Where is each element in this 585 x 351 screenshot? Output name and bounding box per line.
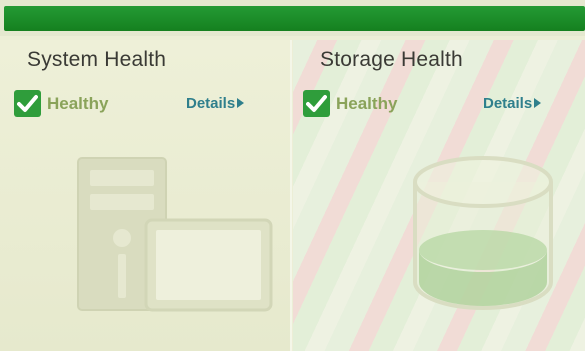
arrow-right-icon: [237, 98, 245, 108]
storage-health-panel: Storage Health Healthy Details: [293, 40, 585, 351]
details-link[interactable]: Details: [483, 95, 542, 112]
arrow-right-icon: [534, 98, 542, 108]
details-label: Details: [483, 95, 533, 112]
dashboard-screen: System Health Healthy Details Storage He…: [0, 0, 585, 351]
storage-disk-icon: [413, 156, 553, 310]
panel-title: System Health: [27, 48, 167, 71]
status-label: Healthy: [336, 94, 398, 113]
status-row: Healthy Details: [303, 88, 578, 118]
details-label: Details: [186, 95, 236, 112]
server-computer-icon: [77, 157, 273, 312]
panel-title: Storage Health: [320, 48, 463, 71]
status-row: Healthy Details: [14, 88, 289, 118]
system-health-panel: System Health Healthy Details: [0, 40, 292, 351]
check-icon: [303, 90, 330, 117]
header-accent-bar: [4, 6, 585, 31]
top-bar: [0, 0, 585, 36]
check-icon: [14, 90, 41, 117]
details-link[interactable]: Details: [186, 95, 245, 112]
status-label: Healthy: [47, 94, 109, 113]
